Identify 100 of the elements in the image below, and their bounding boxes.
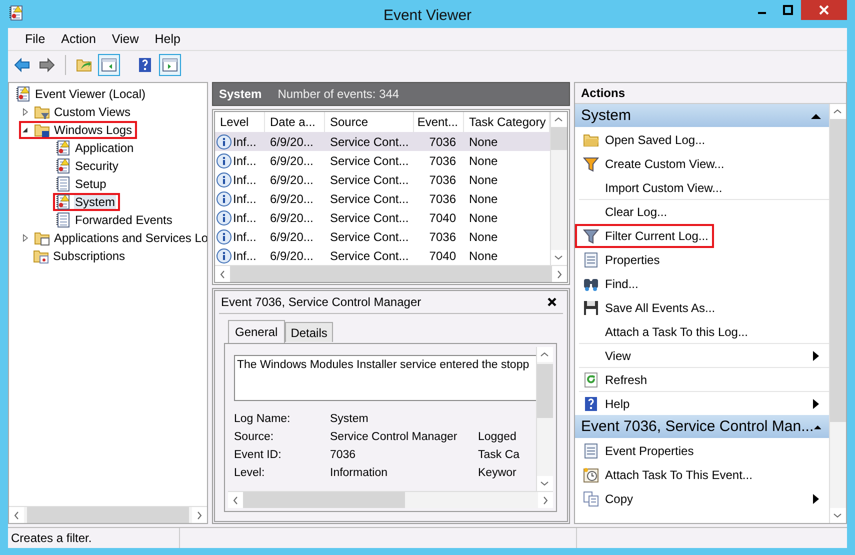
info-icon: [216, 190, 232, 206]
folder-icon: [33, 248, 49, 264]
table-cell-text: None: [468, 192, 499, 206]
log-icon: [55, 176, 71, 192]
scroll-thumb[interactable]: [830, 119, 846, 422]
table-row[interactable]: Inf... 6/9/20... Service Cont... 7036 None: [215, 227, 550, 246]
table-cell-text: Service Cont...: [329, 134, 410, 148]
field-label: Task Ca: [478, 449, 521, 461]
tree-item[interactable]: Event Viewer (Local): [13, 85, 150, 103]
menu-item[interactable]: Action: [53, 32, 104, 46]
command-link[interactable]: Import Custom View...: [579, 175, 829, 199]
tree-item[interactable]: Custom Views: [19, 103, 136, 121]
table-row[interactable]: Inf... 6/9/20... Service Cont... 7040 None: [215, 246, 550, 265]
refresh-icon: [583, 372, 599, 388]
panel-icon: [101, 56, 117, 72]
command-link[interactable]: Attach a Task To this Log...: [579, 319, 829, 343]
tree-item[interactable]: Subscriptions: [31, 247, 130, 265]
command-link[interactable]: Clear Log...: [579, 199, 829, 223]
submenu-arrow-icon: [813, 398, 819, 408]
table-row[interactable]: Inf... 6/9/20... Service Cont... 7036 None: [215, 189, 550, 208]
expand-arrow-icon[interactable]: [21, 234, 29, 242]
table-row[interactable]: Inf... 6/9/20... Service Cont... 7036 None: [215, 151, 550, 170]
field-value: System: [330, 413, 370, 425]
maximize-icon: [783, 5, 793, 15]
table-cell: Inf...: [233, 134, 256, 148]
table-cell-text: Service Cont...: [329, 172, 410, 186]
vertical-scrollbar[interactable]: [829, 104, 846, 523]
command-link[interactable]: Copy: [579, 486, 829, 510]
info-icon: [216, 172, 232, 188]
tree-item[interactable]: Setup: [53, 175, 112, 193]
funnel-icon: [583, 228, 599, 244]
table-cell-text: 6/9/20...: [269, 154, 314, 168]
scroll-thumb[interactable]: [27, 507, 189, 523]
collapse-arrow-icon[interactable]: [21, 126, 29, 134]
table-cell-text: 6/9/20...: [269, 134, 314, 148]
scroll-thumb[interactable]: [537, 364, 553, 418]
command-link[interactable]: Save All Events As...: [579, 295, 829, 319]
field-label: Log Name:: [234, 413, 292, 425]
horizontal-scrollbar[interactable]: [9, 506, 207, 523]
info-icon: [216, 134, 232, 150]
horizontal-scrollbar[interactable]: [228, 491, 553, 508]
table-cell-text: None: [468, 154, 499, 168]
tab[interactable]: Details: [284, 322, 334, 342]
tree-item[interactable]: Windows Logs: [19, 121, 138, 139]
menu-item[interactable]: Help: [146, 32, 188, 46]
help-icon: [583, 396, 599, 412]
table-cell-text: 6/9/20...: [269, 230, 314, 244]
toolbar-button[interactable]: [159, 54, 181, 76]
vertical-scrollbar[interactable]: [550, 112, 567, 265]
event-count: Number of events: 344: [278, 87, 400, 101]
toolbar-button[interactable]: [98, 54, 120, 76]
tree-item[interactable]: Forwarded Events: [53, 211, 178, 229]
table-row[interactable]: Inf... 6/9/20... Service Cont... 7040 None: [215, 208, 550, 227]
message-box: The Windows Modules Installer service entered the stopp: [234, 355, 536, 401]
field-label: Level:: [234, 467, 266, 479]
table-row[interactable]: Inf... 6/9/20... Service Cont... 7036 None: [215, 132, 550, 151]
command-link[interactable]: Find...: [579, 271, 829, 295]
command-link[interactable]: Attach Task To This Event...: [579, 462, 829, 486]
sheet-icon: [583, 252, 599, 268]
table-cell-text: None: [468, 210, 499, 224]
command-link[interactable]: Open Saved Log...: [579, 127, 829, 151]
field-label: Logged: [478, 431, 518, 443]
scroll-thumb[interactable]: [243, 492, 406, 508]
menu-item[interactable]: View: [104, 32, 147, 46]
command-link[interactable]: Create Custom View...: [579, 151, 829, 175]
close-button[interactable]: [801, 0, 847, 20]
tree-item[interactable]: Application: [53, 139, 139, 157]
log-icon: [8, 5, 24, 21]
command-link[interactable]: Properties: [579, 247, 829, 271]
table-cell-text: None: [468, 172, 499, 186]
table-cell-text: Service Cont...: [329, 210, 410, 224]
back-arrow-icon: [14, 56, 30, 72]
table-cell-text: Service Cont...: [329, 192, 410, 206]
tree-item[interactable]: Security: [53, 157, 124, 175]
table-cell-text: 7036: [428, 230, 457, 244]
scroll-thumb[interactable]: [551, 127, 567, 150]
menu-item[interactable]: File: [17, 32, 54, 46]
command-link[interactable]: Event Properties: [579, 438, 829, 462]
actions-header: Actions: [575, 83, 846, 104]
table-row[interactable]: Inf... 6/9/20... Service Cont... 7036 None: [215, 170, 550, 189]
command-link[interactable]: Filter Current Log...: [579, 223, 829, 247]
panel-icon: [162, 56, 178, 72]
table-cell-text: 6/9/20...: [269, 172, 314, 186]
section-header[interactable]: System: [575, 104, 829, 127]
section-header[interactable]: Event 7036, Service Control Man...: [575, 415, 829, 438]
table-cell-text: Service Cont...: [329, 230, 410, 244]
table-cell-text: None: [468, 230, 499, 244]
table-cell: Inf...: [233, 230, 256, 244]
table-cell-text: None: [468, 134, 499, 148]
expand-arrow-icon[interactable]: [21, 108, 29, 116]
tab[interactable]: General: [228, 320, 285, 343]
log-icon: [15, 86, 31, 102]
table-cell-text: Service Cont...: [329, 154, 410, 168]
vertical-scrollbar[interactable]: [536, 347, 553, 491]
folder-icon: [583, 132, 599, 148]
command-link[interactable]: View: [579, 343, 829, 367]
command-link[interactable]: Refresh: [579, 367, 829, 391]
tree-item[interactable]: System: [53, 193, 120, 211]
close-icon[interactable]: [547, 297, 557, 307]
table-cell: Inf...: [233, 248, 256, 262]
